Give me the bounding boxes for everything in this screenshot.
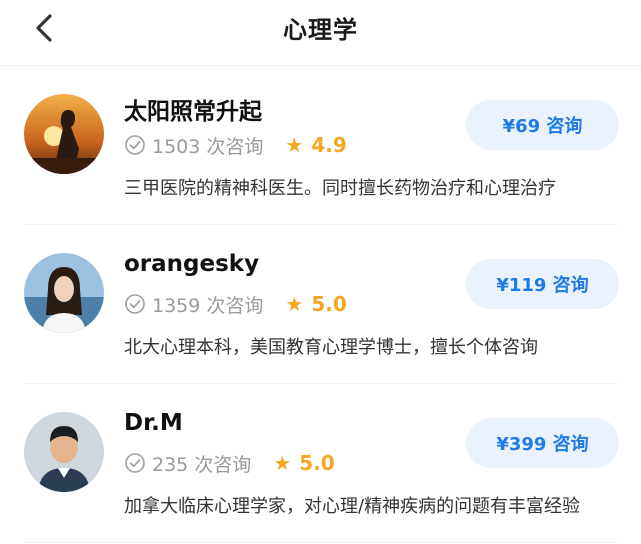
consultant-description: 北大心理本科，美国教育心理学博士，擅长个体咨询 <box>124 337 538 358</box>
consultant-stats: 1503 次咨询 ★ 4.9 <box>124 132 347 158</box>
consult-button[interactable]: ¥69 咨询 <box>466 100 619 150</box>
consult-count: 235 次咨询 <box>152 453 252 476</box>
consult-button[interactable]: ¥399 咨询 <box>466 418 619 468</box>
star-icon: ★ <box>285 133 304 157</box>
consultant-stats: 1359 次咨询 ★ 5.0 <box>124 291 347 317</box>
check-circle-icon <box>125 135 145 155</box>
check-circle-icon <box>125 453 145 473</box>
consult-count: 1359 次咨询 <box>152 294 264 317</box>
consultant-name: 太阳照常升起 <box>124 99 262 125</box>
consultant-name: Dr.M <box>124 410 183 436</box>
check-circle-icon <box>125 294 145 314</box>
consultant-card[interactable]: Dr.M 235 次咨询 ★ 5.0 加拿大临床心理学家，对心理/精神疾病的问题… <box>0 384 641 542</box>
consultant-card[interactable]: orangesky 1359 次咨询 ★ 5.0 北大心理本科，美国教育心理学博… <box>0 225 641 383</box>
top-bar: 心理学 <box>0 0 641 66</box>
rating-value: 5.0 <box>311 292 347 316</box>
consultant-description: 加拿大临床心理学家，对心理/精神疾病的问题有丰富经验 <box>124 496 581 517</box>
star-icon: ★ <box>285 292 304 316</box>
consult-button[interactable]: ¥119 咨询 <box>466 259 619 309</box>
woman-portrait-avatar[interactable] <box>24 253 104 333</box>
rating-value: 4.9 <box>311 133 347 157</box>
man-portrait-avatar[interactable] <box>24 412 104 492</box>
consult-count: 1503 次咨询 <box>152 135 264 158</box>
consultant-card[interactable]: 太阳照常升起 1503 次咨询 ★ 4.9 三甲医院的精神科医生。同时擅长药物治… <box>0 66 641 224</box>
rating-value: 5.0 <box>299 451 335 475</box>
sunset-silhouette-avatar[interactable] <box>24 94 104 174</box>
star-icon: ★ <box>273 451 292 475</box>
consultant-name: orangesky <box>124 251 260 277</box>
page-title: 心理学 <box>283 16 358 44</box>
consultant-description: 三甲医院的精神科医生。同时擅长药物治疗和心理治疗 <box>124 178 556 199</box>
consultant-stats: 235 次咨询 ★ 5.0 <box>124 450 335 476</box>
divider <box>24 542 617 543</box>
